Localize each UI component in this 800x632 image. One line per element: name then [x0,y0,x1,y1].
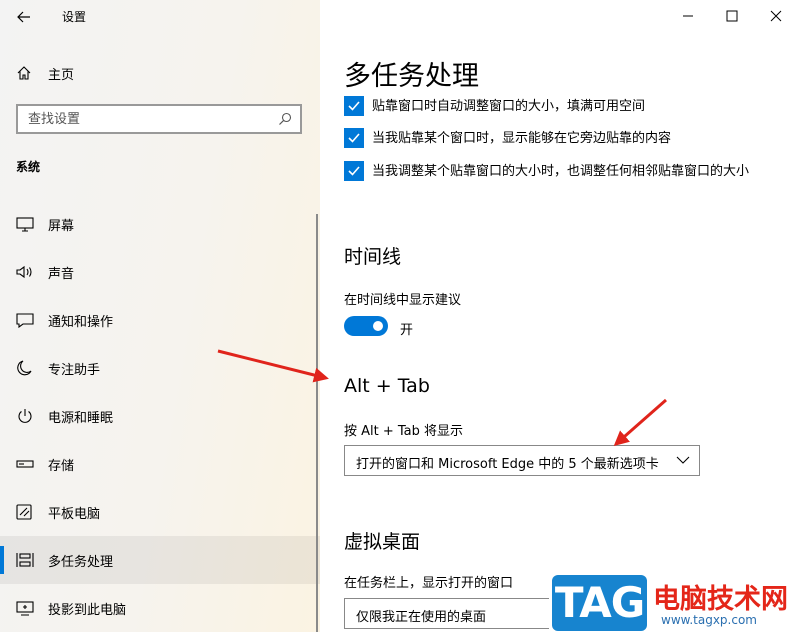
sidebar-item-label: 通知和操作 [48,315,114,330]
power-icon [18,409,32,423]
sidebar-item-power[interactable]: 电源和睡眠 [0,392,320,440]
watermark-url: www.tagxp.com [661,613,757,627]
watermark-logo: TAG [552,575,647,631]
sidebar-item-label: 多任务处理 [48,555,114,570]
checkmark-icon [348,133,360,143]
sidebar-item-display[interactable]: 屏幕 [0,200,320,248]
close-icon [770,10,782,22]
toggle-knob [373,321,383,331]
chevron-down-icon [676,456,690,464]
sidebar-item-multitasking[interactable]: 多任务处理 [0,536,320,584]
checkbox[interactable] [344,161,364,181]
sidebar-nav: 屏幕 声音 通知和操作 专注助手 电源和睡眠 存储 平板电脑 多任务处理 投影到… [0,200,320,632]
alttab-label: 按 Alt + Tab 将显示 [344,424,464,439]
alttab-dropdown[interactable]: 打开的窗口和 Microsoft Edge 中的 5 个最新选项卡 [344,445,700,476]
back-button[interactable] [10,4,38,30]
checkmark-icon [348,166,360,176]
sidebar-item-storage[interactable]: 存储 [0,440,320,488]
sidebar-item-label: 屏幕 [48,219,75,234]
storage-icon [16,460,34,468]
sidebar-item-label: 声音 [48,267,75,282]
taskbar-windows-label: 在任务栏上，显示打开的窗口 [344,576,514,591]
checkmark-icon [348,101,360,111]
checkbox-label: 当我调整某个贴靠窗口的大小时，也调整任何相邻贴靠窗口的大小 [372,164,750,179]
section-title-alttab: Alt + Tab [344,375,430,397]
search-box[interactable] [16,104,302,134]
section-title-virtual-desktops: 虚拟桌面 [344,531,421,553]
home-icon [17,66,31,80]
sidebar-item-label: 电源和睡眠 [48,411,114,426]
sidebar-item-notifications[interactable]: 通知和操作 [0,296,320,344]
minimize-icon [683,15,693,17]
minimize-button[interactable] [666,4,710,28]
active-indicator [0,546,4,574]
timeline-suggest-label: 在时间线中显示建议 [344,293,462,308]
timeline-suggest-toggle[interactable] [344,316,388,336]
checkbox-label: 当我贴靠某个窗口时，显示能够在它旁边贴靠的内容 [372,131,672,146]
notification-icon [16,313,34,328]
maximize-button[interactable] [710,4,754,28]
sidebar-item-label: 存储 [48,459,75,474]
close-button[interactable] [754,4,798,28]
page-title: 多任务处理 [344,61,479,92]
sidebar: 设置 主页 系统 屏幕 声音 通知和操作 专注助手 电源和睡眠 [0,0,320,632]
main-content: 多任务处理 贴靠窗口时自动调整窗口的大小，填满可用空间 当我贴靠某个窗口时，显示… [320,0,800,632]
checkbox-label: 贴靠窗口时自动调整窗口的大小，填满可用空间 [372,99,646,114]
speaker-icon [16,265,32,279]
monitor-icon [16,217,34,232]
watermark-title: 电脑技术网 [653,584,788,615]
section-header-system: 系统 [16,160,41,174]
tablet-icon [16,504,32,520]
dropdown-value: 打开的窗口和 Microsoft Edge 中的 5 个最新选项卡 [356,457,659,472]
sidebar-item-label: 专注助手 [48,363,101,378]
section-title-timeline: 时间线 [344,246,402,268]
checkbox[interactable] [344,128,364,148]
sidebar-item-label: 投影到此电脑 [48,603,127,618]
project-icon [16,601,34,616]
search-input[interactable] [18,106,258,132]
multitasking-icon [16,553,34,567]
sidebar-item-tablet[interactable]: 平板电脑 [0,488,320,536]
watermark: TAG 电脑技术网 www.tagxp.com [549,572,800,632]
sidebar-item-project[interactable]: 投影到此电脑 [0,584,320,632]
sidebar-item-home[interactable]: 主页 [0,58,320,88]
dropdown-value: 仅限我正在使用的桌面 [356,610,487,625]
home-label: 主页 [48,67,75,83]
moon-icon [17,360,32,376]
search-icon[interactable] [278,112,292,126]
toggle-state-label: 开 [400,323,414,338]
checkbox[interactable] [344,96,364,116]
sidebar-item-sound[interactable]: 声音 [0,248,320,296]
sidebar-item-label: 平板电脑 [48,507,101,522]
maximize-icon [726,10,738,22]
sidebar-item-focus-assist[interactable]: 专注助手 [0,344,320,392]
back-arrow-icon [17,11,30,23]
sidebar-scrollbar[interactable] [316,214,318,632]
app-title: 设置 [62,10,87,24]
